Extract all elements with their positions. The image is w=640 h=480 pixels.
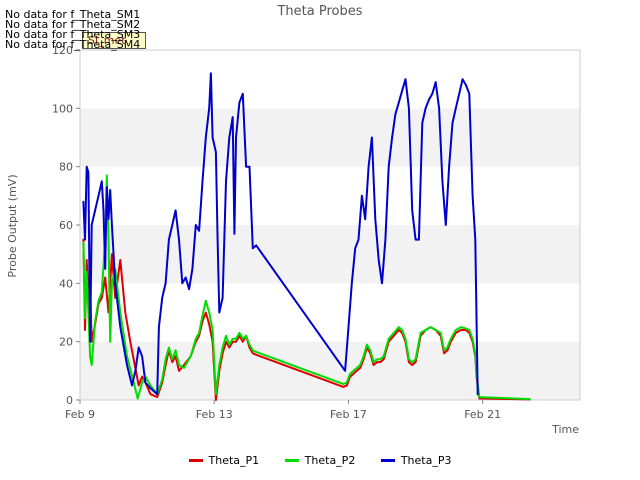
- legend-swatch: [380, 459, 395, 462]
- legend-item-theta-p3: Theta_P3: [380, 454, 452, 467]
- grid-band: [80, 225, 580, 284]
- y-tick-label: 80: [59, 161, 73, 174]
- x-axis-label: Time: [551, 423, 579, 436]
- legend-swatch: [188, 459, 203, 462]
- grid-band: [80, 283, 580, 342]
- grid-band: [80, 50, 580, 109]
- x-tick-label: Feb 17: [330, 408, 367, 421]
- y-axis-label: Probe Output (mV): [6, 174, 19, 277]
- y-tick-label: 20: [59, 336, 73, 349]
- legend-item-theta-p1: Theta_P1: [188, 454, 260, 467]
- y-tick-label: 60: [59, 219, 73, 232]
- y-tick-label: 100: [52, 102, 73, 115]
- x-tick-label: Feb 9: [65, 408, 95, 421]
- legend: Theta_P1 Theta_P2 Theta_P3: [0, 452, 640, 467]
- legend-item-theta-p2: Theta_P2: [284, 454, 356, 467]
- x-tick-label: Feb 21: [464, 408, 501, 421]
- grid-band: [80, 108, 580, 167]
- background-bands: [80, 50, 580, 400]
- legend-label: Theta_P2: [304, 454, 356, 467]
- y-tick-label: 0: [66, 394, 73, 407]
- grid-band: [80, 166, 580, 225]
- y-tick-label: 40: [59, 277, 73, 290]
- legend-label: Theta_P3: [400, 454, 452, 467]
- legend-swatch: [284, 459, 299, 462]
- chart: 020406080100120Feb 9 Feb 13 Feb 17 Feb 21 T…: [6, 4, 581, 436]
- no-data-message: No data for f_Theta_SM4: [5, 38, 141, 51]
- x-tick-label: Feb 13: [196, 408, 233, 421]
- legend-label: Theta_P1: [208, 454, 260, 467]
- chart-title: Theta Probes: [276, 4, 362, 19]
